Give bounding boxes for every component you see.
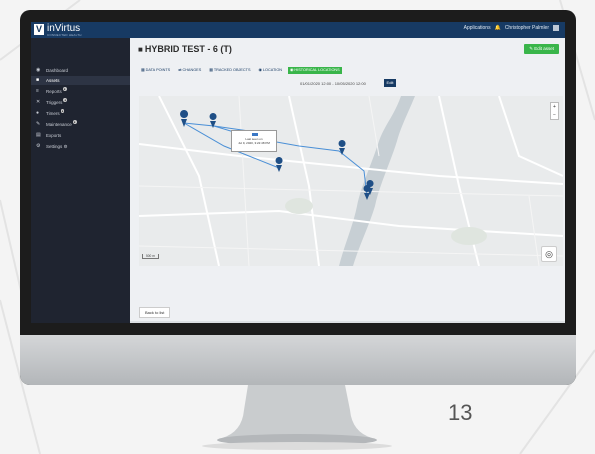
chart-icon: ≡ [36,88,39,94]
wrench-icon: ✎ [36,121,41,127]
gauge-icon: ◉ [36,67,41,73]
sidebar-item-label: Maintenance ● [46,120,77,127]
sidebar-item-label: Dashboard [46,68,69,73]
location-popup: Last seen on Jul 9, 2020, 3:22:48 PM [231,130,277,152]
sidebar: ◉ Dashboard ■ Assets ≡ Reports ● ✕ Trigge… [31,38,130,323]
zoom-control[interactable]: + − [550,102,559,120]
main-content: ■ HYBRID TEST - 6 (T) ✎ Edit asset ▦ DATA… [130,38,565,323]
slide-number: 13 [448,400,473,425]
sidebar-item-timers[interactable]: ● Timers ● [31,109,130,118]
clock-icon: ● [36,110,40,116]
sidebar-item-dashboard[interactable]: ◉ Dashboard [31,66,130,75]
box-icon: ■ [36,77,40,83]
top-right-links: Applications 🔔 Christopher Palmler [464,25,559,31]
top-bar: V inVirtus CONNECTED HEALTH Applications… [31,22,565,38]
logo-icon: V [34,24,44,35]
tab-data-points[interactable]: ▦ DATA POINTS [139,67,172,74]
sidebar-item-label: Triggers ● [46,98,68,105]
river [339,96,415,266]
sidebar-item-label: Exports [46,133,62,138]
sidebar-item-label: Settings ⚙ [46,144,68,149]
map-canvas [139,96,563,266]
edit-range-button[interactable]: Edit [384,79,396,87]
footer [130,321,565,323]
map-scale: 500 m [142,254,159,259]
asset-icon: ■ [138,45,143,54]
sidebar-item-assets[interactable]: ■ Assets [31,76,130,85]
tab-changes[interactable]: ⇄ CHANGES [176,67,203,74]
edit-asset-button[interactable]: ✎ Edit asset [524,44,559,54]
sidebar-item-triggers[interactable]: ✕ Triggers ● [31,98,130,107]
sidebar-item-reports[interactable]: ≡ Reports ● [31,87,130,96]
tab-tracked-objects[interactable]: ▦ TRACKED OBJECTS [207,67,252,74]
sidebar-item-maintenance[interactable]: ✎ Maintenance ● [31,120,130,129]
sidebar-item-label: Timers ● [46,109,65,116]
tab-bar: ▦ DATA POINTS ⇄ CHANGES ▦ TRACKED OBJECT… [139,67,342,74]
popup-tag [252,133,258,136]
back-to-list-button[interactable]: Back to list [139,307,171,318]
gear-icon: ⚙ [36,143,41,149]
x-icon: ✕ [36,99,41,105]
settings-gear-icon: ⚙ [63,144,68,149]
date-range: 01/01/2020 12:00 - 10/05/2020 12:00 [300,81,366,86]
avatar[interactable] [553,25,559,31]
page-title: ■ HYBRID TEST - 6 (T) [138,44,232,54]
user-menu[interactable]: Christopher Palmler [505,25,549,31]
sidebar-item-settings[interactable]: ⚙ Settings ⚙ [31,142,130,151]
tab-historical-locations[interactable]: ◉ HISTORICAL LOCATIONS [288,67,342,74]
sidebar-item-label: Reports ● [46,87,67,94]
popup-timestamp: Jul 9, 2020, 3:22:48 PM [238,141,270,145]
tab-location[interactable]: ◉ LOCATION [257,67,285,74]
applications-link[interactable]: Applications [464,25,491,31]
logo-subtitle: CONNECTED HEALTH [47,33,82,37]
bell-icon[interactable]: 🔔 [495,25,501,31]
globe-icon[interactable]: ◎ [541,246,557,262]
sidebar-item-exports[interactable]: ▤ Exports [31,131,130,140]
sidebar-item-label: Assets [46,78,60,83]
map-view[interactable]: Last seen on Jul 9, 2020, 3:22:48 PM + − … [139,96,563,266]
file-icon: ▤ [36,132,41,138]
app-screen: V inVirtus CONNECTED HEALTH Applications… [31,22,565,323]
